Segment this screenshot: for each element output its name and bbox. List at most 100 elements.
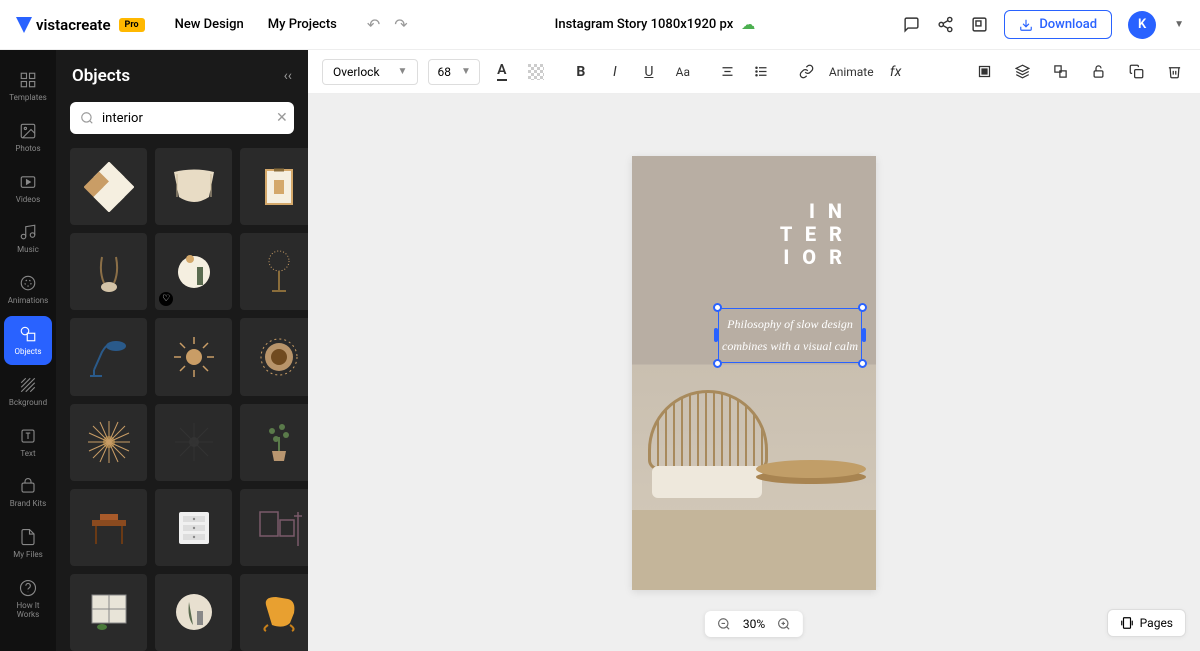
delete-button[interactable] (1162, 60, 1186, 84)
animate-button[interactable]: Animate (829, 60, 874, 84)
nav-new-design[interactable]: New Design (175, 17, 244, 32)
pages-button[interactable]: Pages (1107, 609, 1186, 637)
music-icon (18, 222, 38, 242)
object-thumb[interactable] (70, 489, 147, 566)
nav-my-projects[interactable]: My Projects (268, 17, 337, 32)
object-thumb[interactable] (155, 489, 232, 566)
nav-background[interactable]: Bckground (4, 367, 52, 416)
comment-icon[interactable] (902, 16, 920, 34)
search-input[interactable] (102, 111, 268, 126)
text-color-button[interactable]: A (490, 60, 514, 84)
object-thumb[interactable] (155, 233, 232, 310)
nav-brandkits[interactable]: Brand Kits (4, 468, 52, 517)
document-title-text: Instagram Story 1080x1920 px (555, 17, 734, 32)
share-icon[interactable] (936, 16, 954, 34)
object-thumb[interactable] (70, 318, 147, 395)
search-icon (80, 111, 94, 125)
cloud-saved-icon: ☁ (741, 17, 755, 33)
link-button[interactable] (795, 60, 819, 84)
lock-button[interactable] (1086, 60, 1110, 84)
object-thumb[interactable] (70, 574, 147, 651)
zoom-level[interactable]: 30% (743, 617, 765, 631)
transparency-button[interactable] (524, 60, 548, 84)
bold-button[interactable]: B (569, 60, 593, 84)
app-header: vistacreate Pro New Design My Projects ↶… (0, 0, 1200, 50)
pro-badge: Pro (119, 18, 145, 32)
title-text[interactable]: I N T E R I O R (780, 200, 846, 269)
collapse-panel-icon[interactable]: ‹‹ (284, 68, 292, 84)
object-grid[interactable] (56, 148, 308, 651)
chevron-down-icon: ▼ (398, 66, 408, 77)
logo[interactable]: vistacreate Pro (16, 16, 145, 34)
list-button[interactable] (750, 60, 774, 84)
download-button[interactable]: Download (1004, 10, 1112, 39)
text-case-button[interactable]: Aa (671, 60, 695, 84)
nav-objects[interactable]: Objects (4, 316, 52, 365)
font-name: Overlock (333, 65, 380, 79)
canvas-area: Overlock ▼ 68 ▼ A B I U Aa Animate fx (308, 50, 1200, 651)
font-size-select[interactable]: 68 ▼ (428, 59, 479, 85)
object-thumb[interactable] (155, 318, 232, 395)
font-size: 68 (437, 65, 451, 79)
nav-photos[interactable]: Photos (4, 113, 52, 162)
duplicate-button[interactable] (1124, 60, 1148, 84)
nav-animations[interactable]: Animations (4, 265, 52, 314)
object-thumb[interactable] (70, 233, 147, 310)
object-thumb[interactable] (240, 489, 308, 566)
avatar-dropdown-caret[interactable]: ▼ (1174, 19, 1184, 30)
undo-button[interactable]: ↶ (367, 15, 380, 34)
selection-handle[interactable] (713, 303, 722, 312)
italic-button[interactable]: I (603, 60, 627, 84)
object-thumb[interactable] (240, 148, 308, 225)
howitworks-icon (18, 578, 38, 598)
videos-icon (18, 172, 38, 192)
object-thumb[interactable] (240, 233, 308, 310)
nav-myfiles[interactable]: My Files (4, 519, 52, 568)
canvas-viewport[interactable]: I N T E R I O R Philosophy of slow desig… (308, 94, 1200, 651)
effects-button[interactable]: fx (884, 60, 908, 84)
object-thumb[interactable] (240, 574, 308, 651)
object-thumb[interactable] (240, 404, 308, 481)
object-thumb[interactable] (70, 404, 147, 481)
position-button[interactable] (972, 60, 996, 84)
document-title[interactable]: Instagram Story 1080x1920 px ☁ (408, 17, 903, 33)
pages-icon (1120, 616, 1134, 630)
subtitle-text[interactable]: Philosophy of slow design combines with … (718, 313, 862, 359)
header-actions: Download K ▼ (902, 10, 1184, 39)
rug-graphic (632, 510, 876, 590)
brand-name: vistacreate (36, 16, 111, 34)
object-thumb[interactable] (155, 148, 232, 225)
zoom-in-button[interactable] (777, 617, 791, 631)
nav-howitworks[interactable]: How It Works (4, 570, 52, 628)
nav-videos[interactable]: Videos (4, 164, 52, 213)
object-thumb[interactable] (240, 318, 308, 395)
artboard[interactable]: I N T E R I O R Philosophy of slow desig… (632, 156, 876, 590)
subtitle-text-box[interactable]: Philosophy of slow design combines with … (718, 308, 862, 364)
nav-templates[interactable]: Templates (4, 62, 52, 111)
redo-button[interactable]: ↷ (394, 15, 407, 34)
chevron-down-icon: ▼ (461, 66, 471, 77)
download-label: Download (1039, 17, 1097, 32)
resize-icon[interactable] (970, 16, 988, 34)
pages-label: Pages (1140, 616, 1173, 630)
group-button[interactable] (1048, 60, 1072, 84)
object-thumb[interactable] (70, 148, 147, 225)
align-button[interactable] (716, 60, 740, 84)
avatar[interactable]: K (1128, 11, 1156, 39)
font-select[interactable]: Overlock ▼ (322, 59, 418, 85)
object-thumb[interactable] (155, 574, 232, 651)
search-box[interactable]: ✕ (70, 102, 294, 134)
objects-panel: Objects ‹‹ ✕ (56, 50, 308, 651)
nav-music[interactable]: Music (4, 214, 52, 263)
selection-side-handle[interactable] (714, 328, 718, 342)
selection-handle[interactable] (858, 303, 867, 312)
underline-button[interactable]: U (637, 60, 661, 84)
selection-side-handle[interactable] (862, 328, 866, 342)
clear-search-icon[interactable]: ✕ (276, 110, 288, 126)
nav-text[interactable]: Text (4, 418, 52, 467)
panel-title: Objects (72, 66, 130, 86)
zoom-out-button[interactable] (717, 617, 731, 631)
layers-button[interactable] (1010, 60, 1034, 84)
object-thumb[interactable] (155, 404, 232, 481)
brandkits-icon (18, 476, 38, 496)
